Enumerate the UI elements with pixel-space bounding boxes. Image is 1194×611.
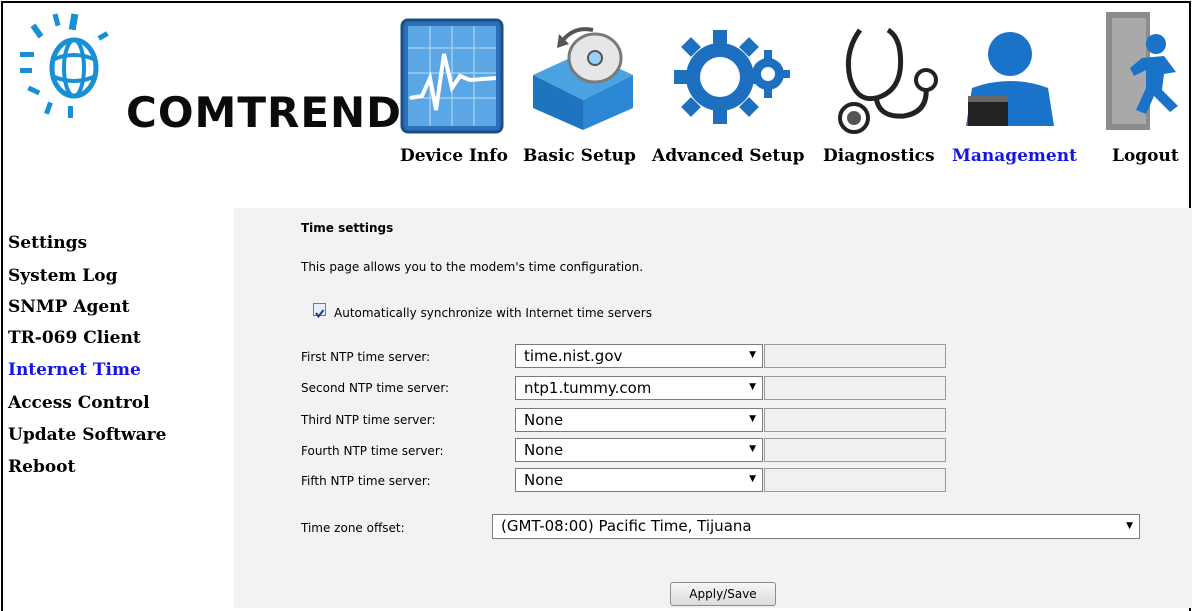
sidebar-item-tr069-client[interactable]: TR-069 Client bbox=[8, 328, 141, 348]
ntp-3-select[interactable]: None ▼ bbox=[515, 408, 763, 432]
logout-icon[interactable] bbox=[1102, 10, 1190, 134]
ntp-2-select[interactable]: ntp1.tummy.com ▼ bbox=[515, 376, 763, 400]
timezone-select[interactable]: (GMT-08:00) Pacific Time, Tijuana ▼ bbox=[492, 514, 1140, 539]
timezone-label: Time zone offset: bbox=[301, 521, 405, 535]
logo-emblem-icon bbox=[20, 13, 109, 118]
auto-sync-label: Automatically synchronize with Internet … bbox=[334, 306, 652, 320]
ntp-3-value: None bbox=[524, 411, 564, 429]
nav-basic-setup[interactable]: Basic Setup bbox=[523, 146, 636, 166]
ntp-5-other-input[interactable] bbox=[764, 468, 946, 492]
chevron-down-icon: ▼ bbox=[749, 350, 756, 360]
nav-logout[interactable]: Logout bbox=[1112, 146, 1179, 166]
ntp-2-label: Second NTP time server: bbox=[301, 381, 450, 395]
sidebar-item-settings[interactable]: Settings bbox=[8, 233, 87, 253]
chevron-down-icon: ▼ bbox=[749, 444, 756, 454]
chevron-down-icon: ▼ bbox=[1126, 521, 1133, 531]
sidebar-item-access-control[interactable]: Access Control bbox=[8, 393, 150, 413]
chevron-down-icon: ▼ bbox=[749, 414, 756, 424]
nav-advanced-setup[interactable]: Advanced Setup bbox=[652, 146, 805, 166]
nav-management[interactable]: Management bbox=[952, 146, 1077, 166]
page-description: This page allows you to the modem's time… bbox=[301, 260, 644, 274]
ntp-4-value: None bbox=[524, 441, 564, 459]
brand-name: COMTREND bbox=[126, 88, 403, 137]
chevron-down-icon: ▼ bbox=[749, 474, 756, 484]
comtrend-logo: COMTREND bbox=[14, 10, 401, 160]
ntp-1-other-input[interactable] bbox=[764, 344, 946, 368]
ntp-4-other-input[interactable] bbox=[764, 438, 946, 462]
auto-sync-checkbox[interactable] bbox=[313, 303, 326, 319]
ntp-5-value: None bbox=[524, 471, 564, 489]
ntp-3-label: Third NTP time server: bbox=[301, 413, 436, 427]
ntp-1-label: First NTP time server: bbox=[301, 350, 431, 364]
device-info-icon[interactable] bbox=[400, 18, 506, 136]
page-title: Time settings bbox=[301, 221, 394, 235]
sidebar-item-update-software[interactable]: Update Software bbox=[8, 425, 166, 445]
ntp-4-label: Fourth NTP time server: bbox=[301, 444, 444, 458]
timezone-value: (GMT-08:00) Pacific Time, Tijuana bbox=[501, 517, 752, 535]
ntp-5-select[interactable]: None ▼ bbox=[515, 468, 763, 492]
advanced-setup-icon[interactable] bbox=[672, 22, 792, 134]
sidebar-item-system-log[interactable]: System Log bbox=[8, 266, 117, 286]
ntp-4-select[interactable]: None ▼ bbox=[515, 438, 763, 462]
sidebar-item-reboot[interactable]: Reboot bbox=[8, 457, 75, 477]
ntp-3-other-input[interactable] bbox=[764, 408, 946, 432]
apply-save-button[interactable]: Apply/Save bbox=[670, 582, 776, 606]
ntp-1-value: time.nist.gov bbox=[524, 347, 623, 365]
nav-diagnostics[interactable]: Diagnostics bbox=[823, 146, 935, 166]
ntp-2-value: ntp1.tummy.com bbox=[524, 379, 652, 397]
sidebar-item-internet-time[interactable]: Internet Time bbox=[8, 360, 141, 380]
ntp-5-label: Fifth NTP time server: bbox=[301, 474, 431, 488]
chevron-down-icon: ▼ bbox=[749, 382, 756, 392]
checkmark-icon bbox=[315, 309, 325, 319]
nav-device-info[interactable]: Device Info bbox=[400, 146, 508, 166]
sidebar-item-snmp-agent[interactable]: SNMP Agent bbox=[8, 297, 129, 317]
stethoscope-icon[interactable] bbox=[830, 22, 940, 134]
ntp-1-select[interactable]: time.nist.gov ▼ bbox=[515, 344, 763, 368]
ntp-2-other-input[interactable] bbox=[764, 376, 946, 400]
management-icon[interactable] bbox=[962, 24, 1062, 132]
basic-setup-icon[interactable] bbox=[523, 20, 643, 132]
